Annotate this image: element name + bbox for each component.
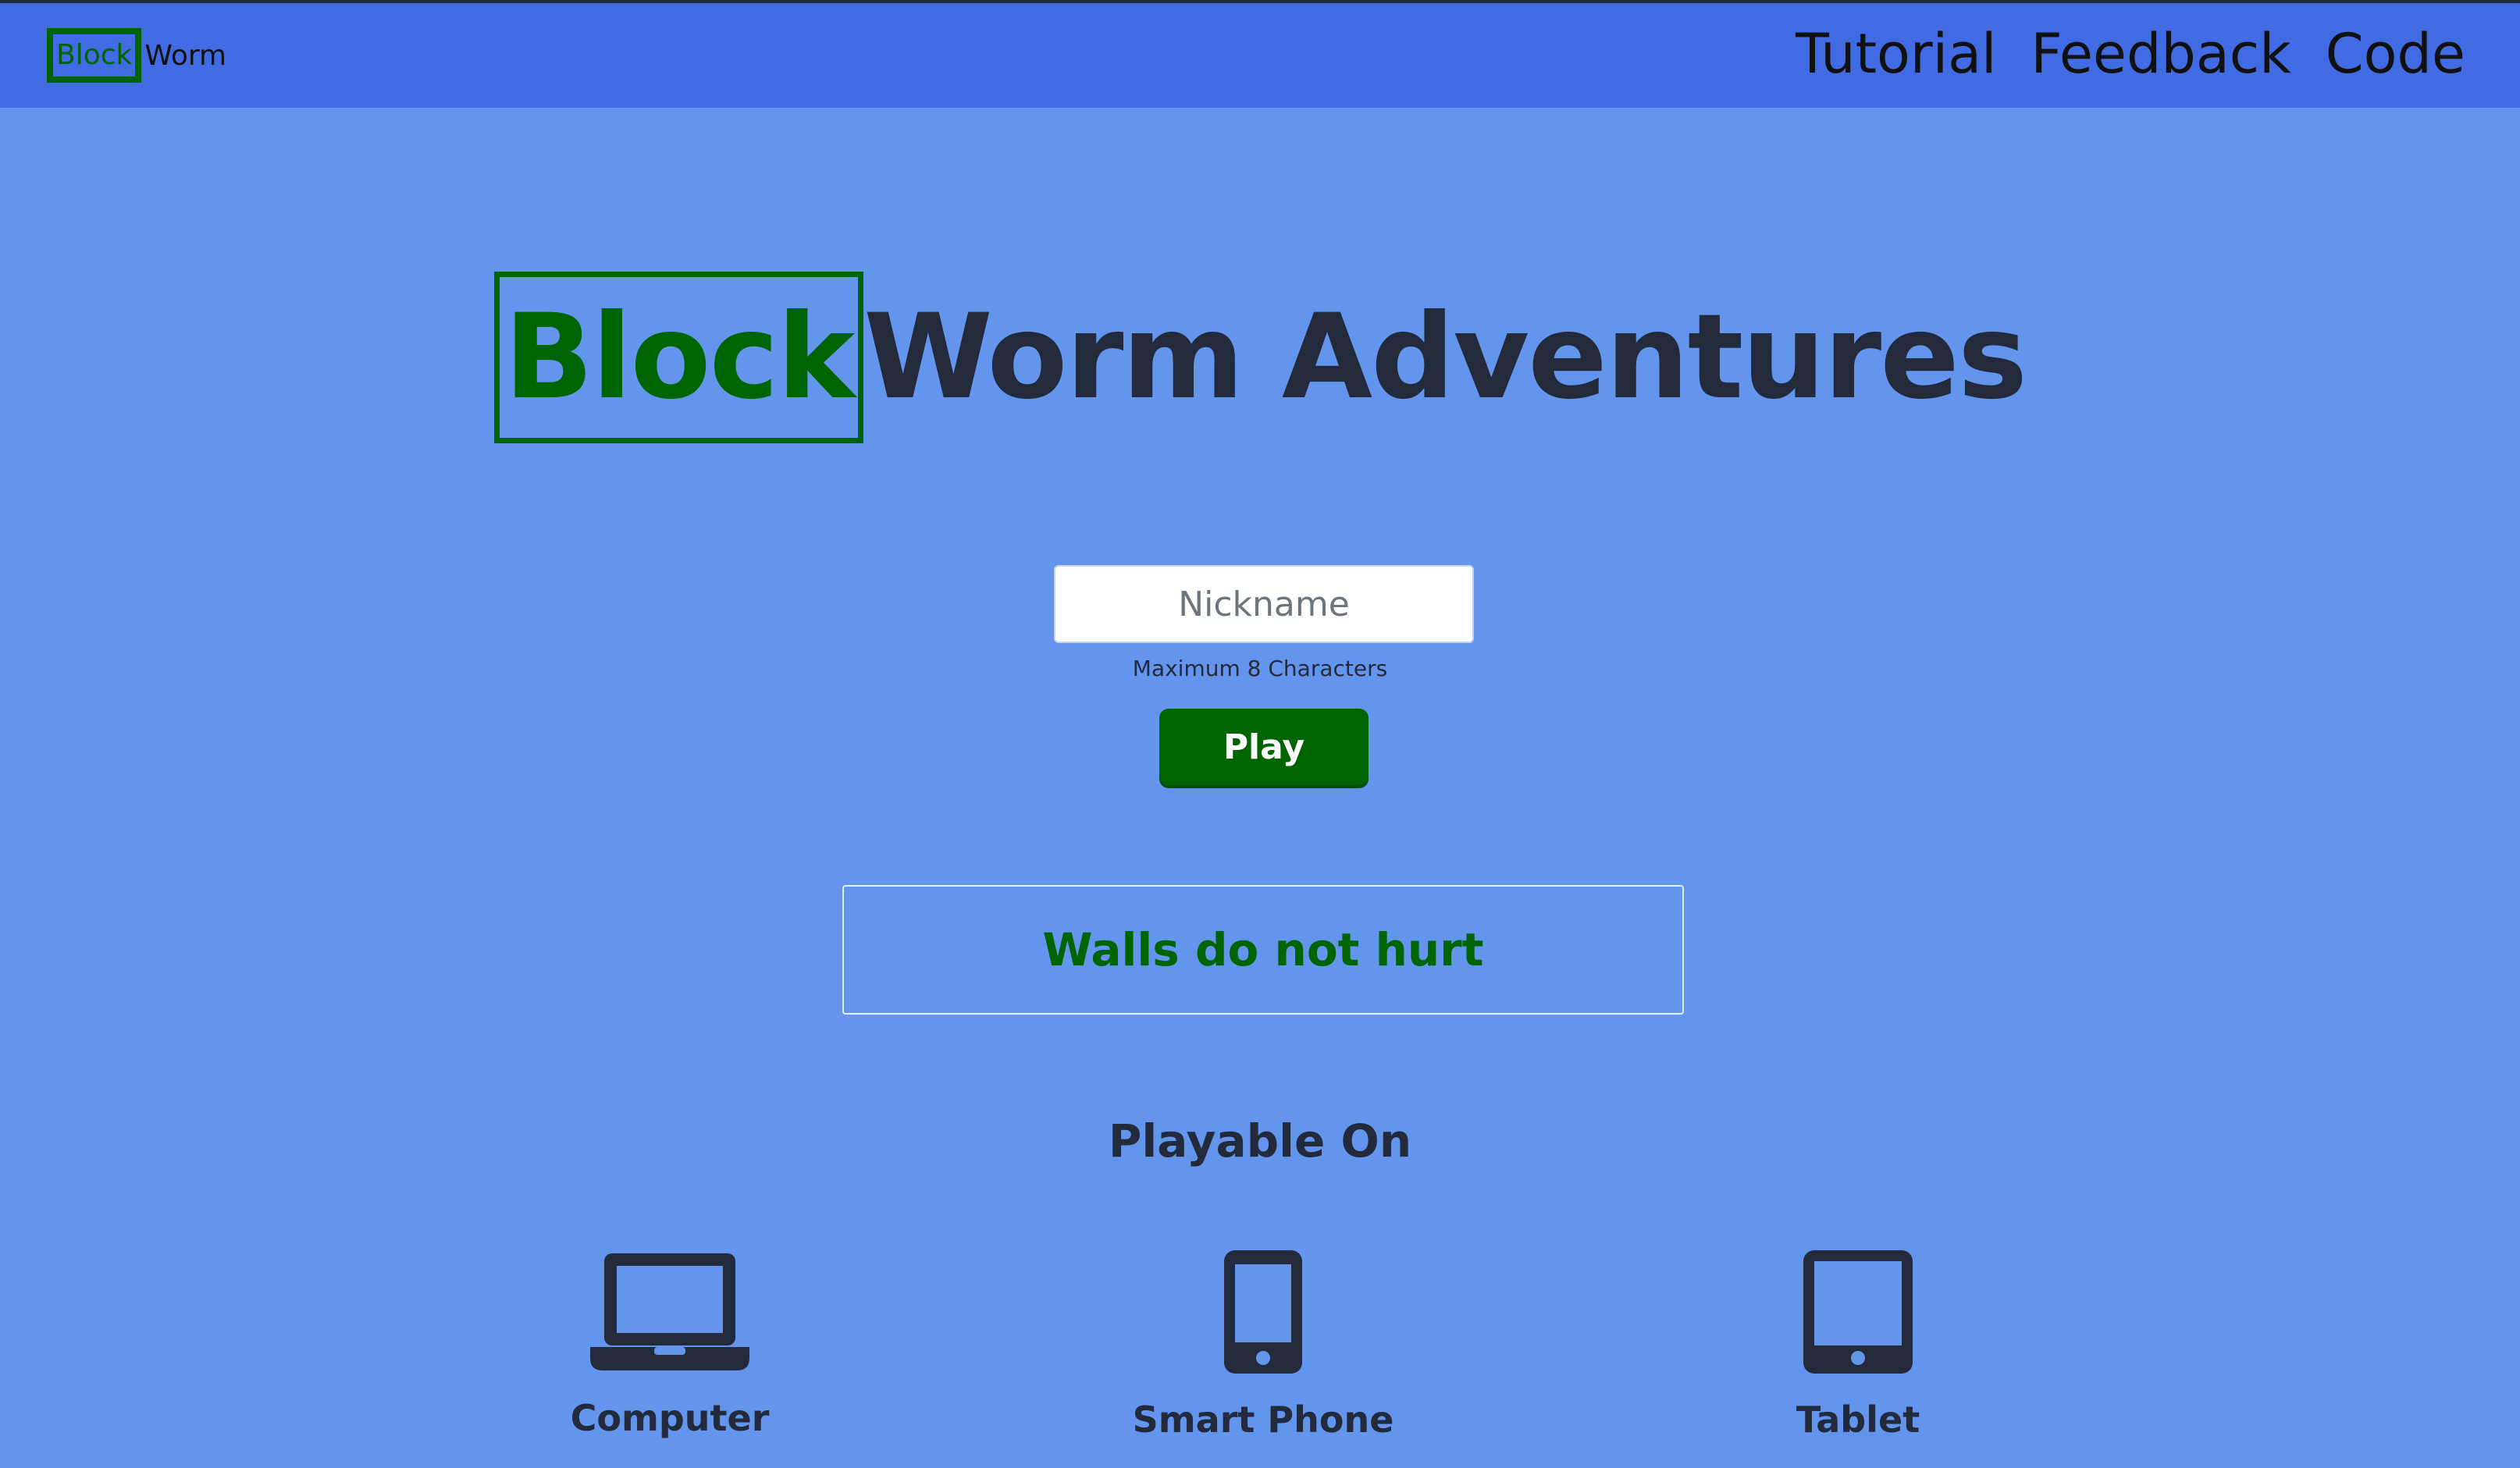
tip-text: Walls do not hurt bbox=[1042, 923, 1484, 976]
tip-box: Walls do not hurt bbox=[842, 885, 1684, 1015]
title-rest-text: Worm Adventures bbox=[863, 290, 2027, 425]
title-block-text: Block bbox=[493, 272, 864, 443]
brand-logo[interactable]: Block Worm bbox=[47, 27, 226, 84]
brand-worm-text: Worm bbox=[144, 39, 227, 72]
device-label: Tablet bbox=[1796, 1399, 1920, 1441]
brand-block-text: Block bbox=[47, 28, 142, 83]
play-button[interactable]: Play bbox=[1159, 709, 1369, 785]
nickname-input[interactable] bbox=[1054, 565, 1474, 643]
laptop-icon bbox=[590, 1249, 749, 1374]
nav-feedback-link[interactable]: Feedback bbox=[2031, 22, 2290, 86]
device-label: Computer bbox=[570, 1397, 770, 1439]
device-label: Smart Phone bbox=[1132, 1399, 1394, 1441]
device-computer: Computer bbox=[506, 1249, 834, 1439]
page-title: Block Worm Adventures bbox=[0, 272, 2520, 443]
device-tablet: Tablet bbox=[1694, 1249, 2022, 1441]
tablet-icon bbox=[1802, 1249, 1914, 1375]
smartphone-icon bbox=[1223, 1249, 1304, 1375]
device-smartphone: Smart Phone bbox=[1099, 1249, 1427, 1441]
nickname-hint: Maximum 8 Characters bbox=[1132, 656, 1388, 681]
top-navbar: Block Worm Tutorial Feedback Code bbox=[0, 0, 2520, 108]
nav-links: Tutorial Feedback Code bbox=[1796, 22, 2465, 86]
nav-code-link[interactable]: Code bbox=[2326, 22, 2465, 86]
nav-tutorial-link[interactable]: Tutorial bbox=[1796, 22, 1996, 86]
playable-on-heading: Playable On bbox=[1108, 1114, 1412, 1168]
